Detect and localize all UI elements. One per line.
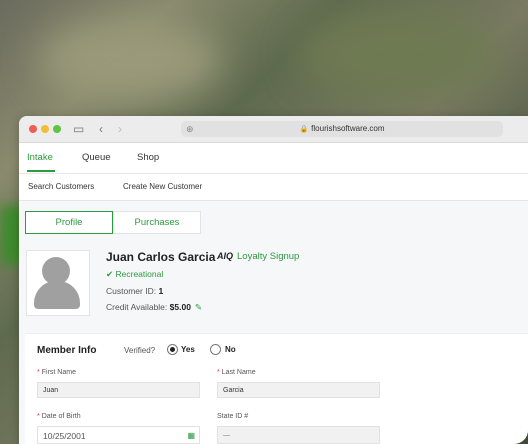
tab-shop[interactable]: Shop: [137, 152, 159, 163]
checkmark-icon: ✔: [106, 269, 114, 279]
close-window-button[interactable]: [29, 125, 37, 133]
verified-no-radio[interactable]: [210, 344, 221, 355]
forward-arrow-icon[interactable]: ›: [118, 122, 122, 136]
back-arrow-icon[interactable]: ‹: [99, 122, 103, 136]
required-asterisk: *: [37, 369, 40, 376]
verified-yes-radio[interactable]: [167, 344, 178, 355]
avatar-body: [34, 281, 80, 309]
verified-yes-label: Yes: [181, 345, 195, 354]
dob-value: 10/25/2001: [43, 431, 86, 441]
main-nav: Intake Queue Shop: [19, 143, 528, 174]
state-id-label: State ID #: [217, 413, 249, 420]
credit-label: Credit Available:: [106, 302, 168, 312]
url-text: flourishsoftware.com: [311, 124, 385, 133]
search-customers-link[interactable]: Search Customers: [28, 182, 94, 191]
verified-label: Verified?: [124, 346, 156, 355]
address-bar[interactable]: ⊕ 🔒 flourishsoftware.com: [181, 121, 503, 137]
last-name-label-text: Last Name: [221, 369, 256, 376]
required-asterisk: *: [217, 369, 220, 376]
sub-nav: Search Customers Create New Customer: [19, 174, 528, 201]
dob-label: * Date of Birth: [37, 413, 81, 420]
create-new-customer-link[interactable]: Create New Customer: [123, 182, 202, 191]
member-info-card: Member Info Verified? Yes No * First Name…: [25, 333, 528, 444]
first-name-label-text: First Name: [41, 369, 76, 376]
maximize-window-button[interactable]: [53, 125, 61, 133]
edit-pencil-icon[interactable]: ✎: [195, 302, 202, 312]
aiq-logo-icon: AIQ: [217, 251, 234, 261]
credit-value: $5.00: [169, 302, 191, 312]
customer-type: ✔ Recreational: [106, 269, 163, 280]
tab-queue[interactable]: Queue: [82, 152, 111, 163]
tab-profile[interactable]: Profile: [25, 211, 113, 234]
customer-id: Customer ID: 1: [106, 286, 163, 296]
tab-intake[interactable]: Intake: [27, 152, 53, 163]
customer-id-label: Customer ID:: [106, 286, 157, 296]
customer-id-value: 1: [158, 286, 164, 296]
dob-label-text: Date of Birth: [41, 413, 81, 420]
sidebar-toggle-icon[interactable]: ▭: [73, 122, 84, 136]
last-name-label: * Last Name: [217, 369, 256, 376]
minimize-window-button[interactable]: [41, 125, 49, 133]
browser-titlebar: ▭ ‹ › ⊕ 🔒 flourishsoftware.com: [19, 116, 528, 143]
background-blur: [40, 20, 220, 100]
first-name-label: * First Name: [37, 369, 76, 376]
state-id-field[interactable]: —: [217, 426, 380, 444]
new-tab-icon[interactable]: ⊕: [186, 121, 194, 137]
background-blur: [300, 10, 500, 100]
first-name-field[interactable]: Juan: [37, 382, 200, 398]
calendar-icon[interactable]: ▦: [187, 427, 195, 444]
tab-purchases[interactable]: Purchases: [113, 211, 201, 234]
browser-window: ▭ ‹ › ⊕ 🔒 flourishsoftware.com Intake Que…: [19, 116, 528, 444]
active-tab-indicator: [27, 170, 55, 172]
verified-no-label: No: [225, 345, 236, 354]
lock-icon: 🔒: [299, 126, 309, 133]
credit-available: Credit Available: $5.00 ✎: [106, 302, 202, 313]
customer-type-label: Recreational: [115, 269, 164, 279]
dob-field[interactable]: 10/25/2001 ▦: [37, 426, 200, 444]
avatar: [26, 250, 90, 316]
loyalty-signup-link[interactable]: AIQ Loyalty Signup: [217, 251, 299, 262]
member-info-title: Member Info: [37, 345, 97, 356]
customer-name: Juan Carlos Garcia: [106, 250, 216, 264]
background-photo: ▭ ‹ › ⊕ 🔒 flourishsoftware.com Intake Que…: [0, 0, 528, 444]
loyalty-signup-label: Loyalty Signup: [237, 251, 300, 262]
last-name-field[interactable]: Garcia: [217, 382, 380, 398]
required-asterisk: *: [37, 413, 40, 420]
